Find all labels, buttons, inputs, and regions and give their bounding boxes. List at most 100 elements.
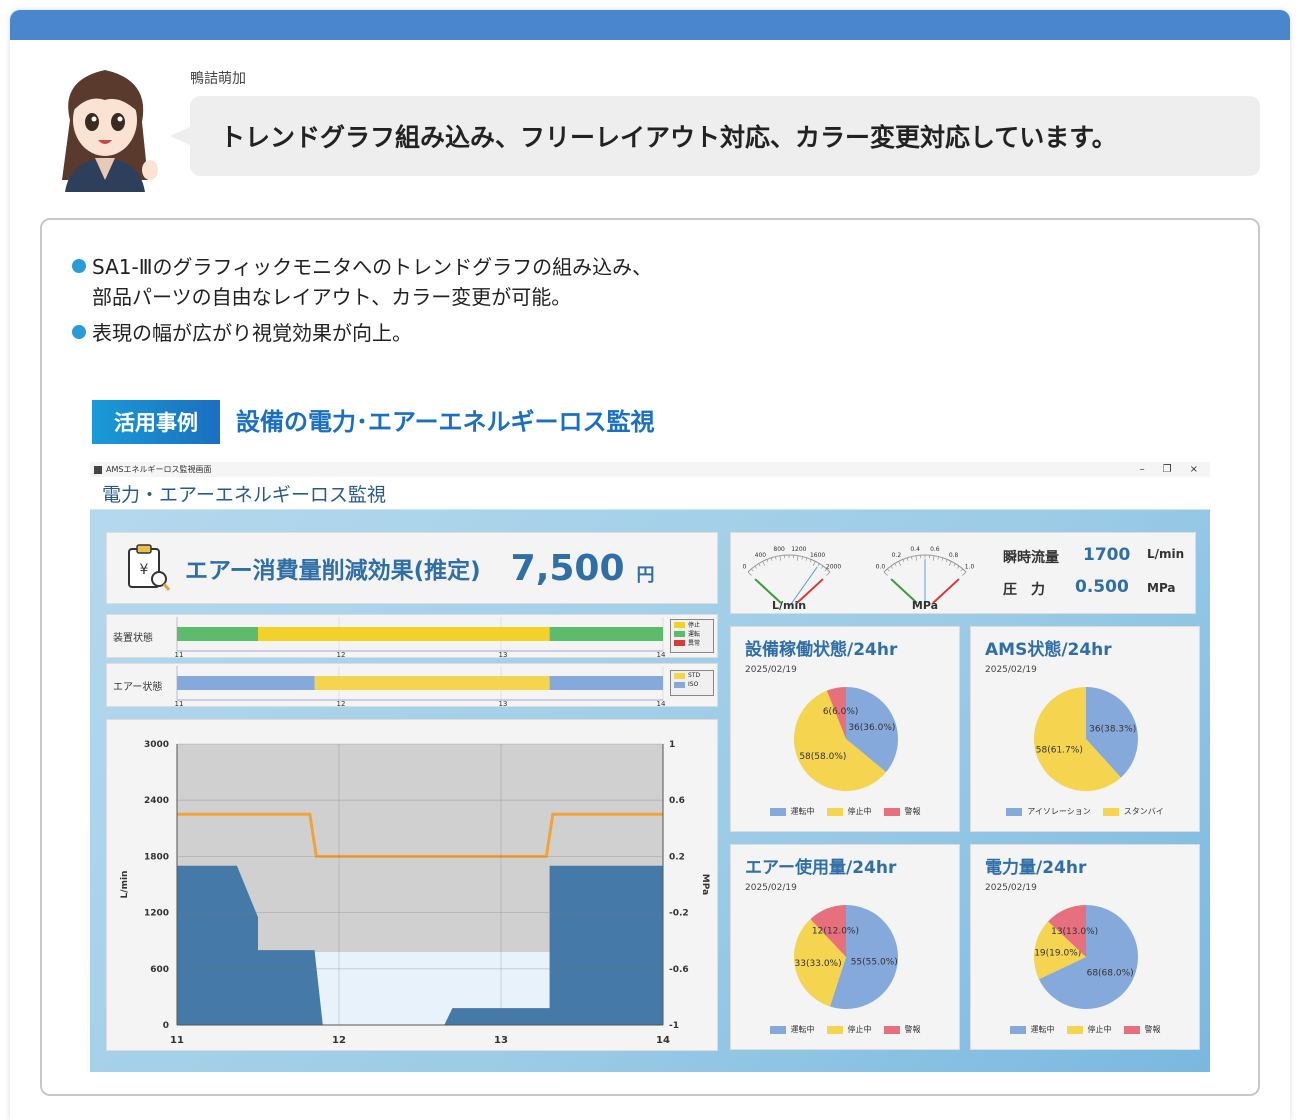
pressure-label: 圧 力 [1003, 582, 1045, 598]
flow-gauge-tick [770, 557, 773, 561]
pie-panel-equipment: 設備稼働状態/24hr 2025/02/19 36(36.0%) 58(58.0%… [730, 626, 960, 832]
pressure-gauge-tick [890, 565, 893, 569]
flow-gauge-tick-label: 0 [743, 563, 747, 570]
flow-gauge-tick [817, 563, 820, 567]
timeline-tick-label: 12 [337, 700, 346, 708]
pie-slice-label: 58(58.0%) [799, 752, 846, 762]
legend-swatch [769, 1025, 786, 1034]
speaker-name: 鴨詰萌加 [190, 71, 246, 87]
pressure-gauge-tick [948, 561, 952, 566]
app-icon [94, 465, 102, 474]
pie-panel-air: エアー使用量/24hr 2025/02/19 55(55.0%) 33(33.0%… [730, 844, 960, 1050]
example-title: 設備の電力･エアーエネルギーロス監視 [236, 408, 655, 436]
pie-slice-label: 13(13.0%) [1051, 927, 1098, 937]
legend-swatch [826, 807, 843, 816]
pressure-value: 0.500 [1075, 577, 1129, 597]
timeline-segment [549, 627, 663, 641]
flow-gauge-tick-label: 400 [755, 552, 767, 559]
pie-legend-item: 停止中 [826, 806, 872, 817]
flow-gauge-tick [751, 568, 754, 572]
pressure-gauge-tick-label: 0.0 [876, 563, 886, 570]
timeline-tick-label: 14 [657, 651, 666, 659]
pressure-gauge-tick [941, 557, 944, 561]
legend-swatch [1009, 1025, 1026, 1034]
pressure-gauge-tick [960, 568, 963, 572]
bullet-1: SA1-Ⅲのグラフィックモニタへのトレンドグラフの組み込み、 [72, 252, 652, 282]
restore-button[interactable]: ❐ [1163, 464, 1172, 475]
legend-item: 運転 [671, 629, 713, 638]
legend-label: 運転中 [1030, 1025, 1055, 1034]
timeline-segment [177, 627, 258, 641]
flow-gauge-tick [747, 571, 752, 576]
y2-tick-label: 0.2 [669, 852, 685, 862]
flow-gauge-tick [805, 557, 808, 561]
pie-legend-item: 停止中 [1066, 1024, 1112, 1035]
pressure-gauge-tick [887, 568, 890, 572]
pie-legend-item: 運転中 [1009, 1024, 1055, 1035]
savings-panel: ¥ エアー消費量削減効果(推定) 7,500 円 [106, 532, 718, 604]
legend-label: 警報 [1144, 1025, 1161, 1034]
slide-card: 鴨詰萌加 トレンドグラフ組み込み、フリーレイアウト対応、カラー変更対応しています… [10, 10, 1290, 1120]
y-tick-label: 3000 [144, 740, 169, 750]
pie-slice-label: 55(55.0%) [851, 957, 898, 967]
bullet-2: 表現の幅が広がり視覚効果が向上。 [72, 318, 412, 348]
pie-chart: 36(38.3%) 58(61.7%) [1034, 687, 1138, 791]
legend-label: 警報 [904, 807, 921, 816]
x-tick-label: 13 [494, 1035, 508, 1046]
gauge-panel: 0 400 800 1200 1600 2000 L/min 0.0 0.2 0.4 0.6 0.8 1… [730, 532, 1196, 614]
legend-swatch [1066, 1025, 1083, 1034]
window-controls: – ❐ × [1140, 464, 1210, 475]
x-tick-label: 14 [656, 1035, 670, 1046]
pressure-gauge-tick [957, 565, 960, 569]
pressure-gauge-tick [894, 563, 897, 567]
legend-swatch [1006, 807, 1023, 816]
legend-label: 停止中 [1087, 1025, 1112, 1034]
savings-label: エアー消費量削減効果(推定) [185, 558, 481, 584]
app-titlebar: AMSエネルギーロス監視画面 – ❐ × [90, 462, 1210, 477]
pie-legend: 運転中 停止中 警報 [971, 1024, 1199, 1035]
pie-legend-item: 停止中 [826, 1024, 872, 1035]
flow-gauge-tick-label: 2000 [826, 563, 841, 570]
flow-gauge-tick [812, 561, 816, 566]
timeline-tick-label: 14 [657, 700, 666, 708]
equipment-legend: 停止 運転 異常 [670, 619, 714, 653]
pie-legend: アイソレーション スタンバイ [971, 806, 1199, 817]
pie-slice-label: 12(12.0%) [812, 926, 859, 936]
pie-legend-item: スタンバイ [1102, 806, 1164, 817]
pressure-gauge-tick [902, 559, 905, 563]
trend-chart: 06001200180024003000-1-0.6-0.20.20.6111 1… [120, 740, 710, 1046]
y2-tick-label: -0.2 [669, 909, 689, 919]
air-timeline-bars: 11 12 13 14 [175, 666, 666, 708]
pressure-gauge-unit: MPa [912, 599, 938, 612]
legend-swatch [1123, 1025, 1140, 1034]
pressure-gauge-tick [932, 555, 935, 561]
legend-swatch [674, 672, 685, 679]
close-button[interactable]: × [1190, 464, 1198, 475]
y2-axis-label: MPa [700, 874, 710, 895]
pie-legend-item: 運転中 [769, 1024, 815, 1035]
flow-gauge-tick [779, 555, 782, 561]
legend-swatch [769, 807, 786, 816]
timeline-tick-label: 11 [175, 651, 184, 659]
pie-panel-ams: AMS状態/24hr 2025/02/19 36(38.3%) 58(61.7%)… [970, 626, 1200, 832]
pressure-unit: MPa [1147, 581, 1176, 595]
flow-gauge-tick-label: 1600 [810, 552, 825, 559]
legend-item: 停止 [671, 620, 713, 629]
y2-tick-label: -0.6 [669, 965, 689, 975]
flow-value: 1700 [1083, 545, 1131, 565]
timeline-segment [314, 676, 550, 690]
app-window-title: AMSエネルギーロス監視画面 [106, 465, 212, 474]
y-tick-label: 2400 [144, 796, 169, 806]
pie-legend: 運転中 停止中 警報 [731, 806, 959, 817]
clipboard-yen-icon: ¥ [128, 544, 171, 591]
pressure-gauge-tick [883, 571, 888, 576]
pressure-gauge-tick-label: 0.8 [949, 552, 959, 559]
pie-legend: 運転中 停止中 警報 [731, 1024, 959, 1035]
minimize-button[interactable]: – [1140, 464, 1145, 475]
savings-value: 7,500 [510, 547, 625, 589]
legend-item: 異常 [671, 638, 713, 647]
pie-legend-item: 警報 [883, 806, 921, 817]
y-tick-label: 1800 [144, 852, 169, 862]
legend-label: 警報 [904, 1025, 921, 1034]
x-tick-label: 12 [332, 1035, 346, 1046]
